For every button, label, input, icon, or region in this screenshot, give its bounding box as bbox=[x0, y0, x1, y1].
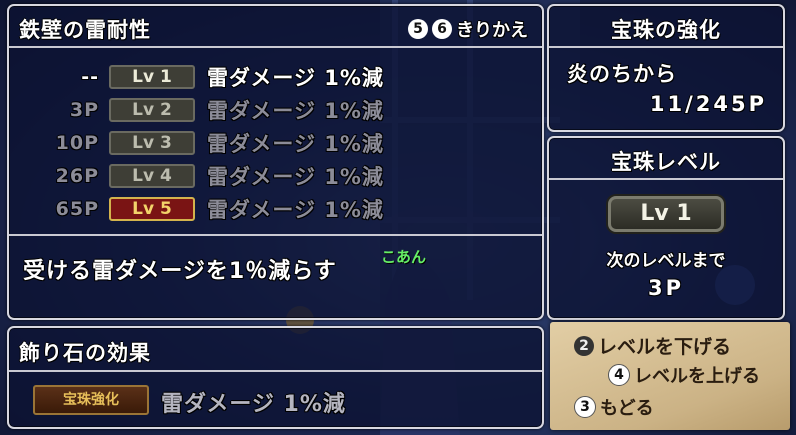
orb-source: 炎のちから bbox=[567, 62, 677, 86]
orb-divider bbox=[549, 46, 783, 48]
description-divider bbox=[9, 234, 542, 236]
button-3-icon: 3 bbox=[574, 396, 596, 418]
level-badge: Lv 1 bbox=[109, 65, 195, 89]
level-effect: 雷ダメージ 1%減 bbox=[207, 99, 384, 123]
level-effect: 雷ダメージ 1%減 bbox=[207, 165, 384, 189]
control-level-up[interactable]: 4 レベルを上げる bbox=[608, 362, 760, 388]
level-down-label: レベルを下げる bbox=[598, 336, 732, 358]
switch-hint[interactable]: 5 6 きりかえ bbox=[408, 16, 528, 42]
controls-parchment: 2 レベルを下げる 4 レベルを上げる 3 もどる bbox=[550, 322, 790, 430]
level-badge-selected: Lv 5 bbox=[109, 197, 195, 221]
ornament-tag: 宝珠強化 bbox=[33, 385, 149, 415]
orb-title: 宝珠の強化 bbox=[611, 18, 721, 42]
ornament-panel: 飾り石の効果 宝珠強化 雷ダメージ 1%減 bbox=[7, 326, 544, 429]
control-level-down[interactable]: 2 レベルを下げる bbox=[574, 332, 731, 359]
level-row-1[interactable]: -- Lv 1 雷ダメージ 1%減 bbox=[27, 62, 384, 92]
level-cost: 3P bbox=[69, 99, 99, 121]
skill-title: 鉄壁の雷耐性 bbox=[19, 18, 151, 42]
orb-level-badge: Lv 1 bbox=[608, 196, 724, 232]
orb-points: 11/245P bbox=[649, 92, 767, 116]
level-effect: 雷ダメージ 1%減 bbox=[207, 66, 384, 90]
button-5-icon: 5 bbox=[408, 19, 428, 39]
level-cost: -- bbox=[81, 66, 99, 88]
ornament-title: 飾り石の効果 bbox=[19, 341, 151, 365]
next-level-label: 次のレベルまで bbox=[606, 251, 726, 271]
level-row-4[interactable]: 26P Lv 4 雷ダメージ 1%減 bbox=[27, 161, 384, 191]
level-cost: 65P bbox=[55, 198, 99, 220]
level-effect: 雷ダメージ 1%減 bbox=[207, 198, 384, 222]
level-row-5[interactable]: 65P Lv 5 雷ダメージ 1%減 bbox=[27, 194, 384, 224]
orb-level-title: 宝珠レベル bbox=[611, 150, 721, 174]
title-divider bbox=[9, 46, 542, 48]
ornament-effect: 雷ダメージ 1%減 bbox=[161, 392, 346, 417]
button-6-icon: 6 bbox=[432, 19, 452, 39]
level-row-2[interactable]: 3P Lv 2 雷ダメージ 1%減 bbox=[27, 95, 384, 125]
control-back[interactable]: 3 もどる bbox=[574, 394, 654, 420]
level-effect: 雷ダメージ 1%減 bbox=[207, 132, 384, 156]
button-2-icon: 2 bbox=[574, 335, 594, 356]
orb-panel: 宝珠の強化 炎のちから 11/245P bbox=[547, 4, 785, 132]
back-label: もどる bbox=[600, 398, 654, 419]
next-level-points: 3P bbox=[647, 276, 684, 300]
level-row-3[interactable]: 10P Lv 3 雷ダメージ 1%減 bbox=[27, 128, 384, 158]
level-cost: 10P bbox=[55, 132, 99, 154]
level-cost: 26P bbox=[55, 165, 99, 187]
skill-description: 受ける雷ダメージを1％減らす bbox=[23, 259, 337, 284]
switch-label: きりかえ bbox=[456, 20, 528, 41]
level-badge: Lv 4 bbox=[109, 164, 195, 188]
ornament-divider bbox=[9, 370, 542, 372]
level-badge: Lv 3 bbox=[109, 131, 195, 155]
level-badge: Lv 2 bbox=[109, 98, 195, 122]
orb-level-divider bbox=[549, 178, 783, 180]
skill-panel: 鉄壁の雷耐性 5 6 きりかえ -- Lv 1 雷ダメージ 1%減 3P Lv … bbox=[7, 4, 544, 320]
orb-level-panel: 宝珠レベル Lv 1 次のレベルまで 3P bbox=[547, 136, 785, 320]
player-name: こあん bbox=[381, 248, 427, 266]
level-up-label: レベルを上げる bbox=[634, 366, 760, 387]
button-4-icon: 4 bbox=[608, 364, 630, 386]
